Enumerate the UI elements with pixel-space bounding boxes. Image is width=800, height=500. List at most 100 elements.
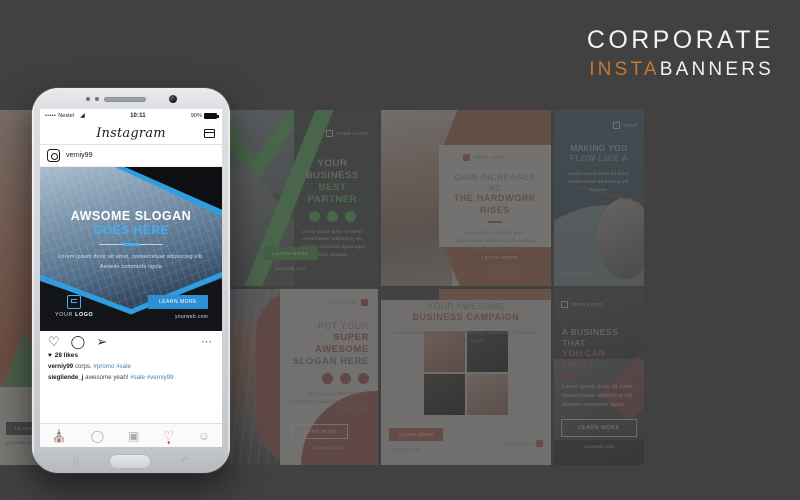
banner-headline-3: SLOGAN HERE: [292, 356, 369, 367]
post-headline-2: GOES HERE: [93, 223, 169, 238]
banner-cta-button[interactable]: LEARN MORE: [561, 419, 637, 437]
phone-mockup: ••••• Nextel ◢ 10:11 90% Instagram verni…: [32, 88, 230, 473]
instagram-logo[interactable]: Instagram: [96, 126, 166, 141]
banner-hardwork-terracotta[interactable]: YOUR LOGO GAIN INCREASES AS THE HARDWORK…: [381, 110, 551, 286]
banner-text-block: YOUR AWESOME BUSINESS CAMPAIGN Lorem ips…: [381, 301, 551, 344]
banner-cta-button[interactable]: LEARN MORE: [389, 428, 444, 441]
earpiece-speaker: [103, 96, 146, 102]
banner-cta-button[interactable]: LEARN MORE: [472, 251, 527, 264]
comment-row: siegliende_j awesome yeah! #sale #verniy…: [48, 374, 214, 382]
comment-text: corps.: [73, 362, 94, 370]
banner-logo: YOUR LOGO: [501, 440, 543, 447]
battery-icon: [204, 112, 219, 119]
front-camera-icon: [168, 95, 177, 103]
banner-headline-1: YOUR BUSINESS: [306, 158, 359, 181]
camera-icon[interactable]: ▣: [128, 430, 139, 442]
likes-count: 28 likes: [54, 352, 78, 359]
facebook-icon[interactable]: [309, 210, 320, 222]
comment-username[interactable]: verniy99: [48, 363, 73, 370]
post-image[interactable]: AWSOME SLOGAN GOES HERE Lorem ipsum dolo…: [40, 167, 222, 331]
phone-screen: ••••• Nextel ◢ 10:11 90% Instagram verni…: [40, 109, 222, 447]
banner-website: yourweb.com: [562, 271, 593, 276]
phone-bottom-hardware: ▯ ↶: [32, 454, 230, 469]
clock-label: 10:11: [130, 112, 146, 119]
banner-body: Lorem ipsum dolor sit amet, consectetuer…: [393, 329, 539, 343]
home-icon[interactable]: ⛪: [52, 430, 67, 442]
back-button[interactable]: ↶: [181, 456, 189, 467]
banner-cta-button[interactable]: LEARN MORE: [263, 247, 318, 260]
home-button[interactable]: [108, 454, 151, 469]
post-actions: ♡ ◯ ➢ ⋯: [40, 331, 222, 352]
banner-social-icons[interactable]: [295, 210, 370, 222]
instagram-icon[interactable]: [358, 372, 369, 384]
sensor-dot-icon: [94, 97, 99, 101]
banner-column-3: YOUR LOGO GAIN INCREASES AS THE HARDWORK…: [381, 110, 551, 465]
banner-cta-button[interactable]: LEARN MORE: [291, 424, 348, 439]
square-logo-icon: [361, 299, 368, 306]
post-body-text: Lorem ipsum dolor sit amet, consectetuer…: [58, 253, 204, 270]
banner-headline-2: BEST PARTNER: [307, 181, 358, 205]
instagram-icon[interactable]: [345, 210, 356, 222]
post-username[interactable]: verniy99: [66, 152, 92, 159]
banner-art: [554, 110, 644, 286]
post-cta-button[interactable]: LEARN MORE: [147, 295, 208, 309]
square-logo-icon: [561, 301, 568, 308]
banner-headline-2: SUPER AWESOME: [315, 332, 369, 356]
person-icon[interactable]: ☺: [198, 430, 210, 442]
banner-body: Lorem ipsum dolor sit amet, consectetuer…: [288, 390, 369, 412]
post-logo: YOUR LOGO: [55, 295, 93, 318]
avatar[interactable]: [47, 149, 60, 162]
brand-line-instabanners: INSTABANNERS: [587, 60, 774, 79]
banner-website: yourweb.com: [389, 447, 420, 452]
screenshot-canvas: LEARN MORE yourweb.com YOUR LOGO GAIN IN…: [0, 0, 800, 500]
notification-badge: [167, 440, 170, 444]
square-logo-icon: [463, 154, 471, 161]
banner-text-block: PUT YOUR SUPER AWESOME SLOGAN HERE Lorem…: [277, 321, 379, 413]
brand-title: CORPORATE INSTABANNERS: [587, 28, 774, 80]
banner-website: yourweb.com: [313, 445, 344, 450]
search-icon[interactable]: ◯: [91, 430, 104, 442]
comment-username[interactable]: siegliende_j: [48, 374, 83, 381]
post-text-block: AWSOME SLOGAN GOES HERE Lorem ipsum dolo…: [40, 209, 222, 272]
banner-headline-2: BUSINESS CAMPAIGN: [412, 311, 520, 322]
banner-website: yourweb.com: [583, 444, 615, 449]
banner-headline-2: YOU CAN TRUST: [562, 348, 606, 369]
share-arrow-icon[interactable]: ➢: [96, 335, 107, 348]
banner-website: yourweb.com: [275, 266, 306, 271]
post-logo-logo: LOGO: [75, 312, 94, 318]
direct-message-icon[interactable]: [204, 128, 215, 138]
banner-body: Lorem ipsum dolor sit amet, consectetuer…: [454, 229, 536, 251]
more-options-icon[interactable]: ⋯: [201, 335, 213, 348]
battery-percent-label: 90%: [190, 112, 202, 119]
banner-text-block: YOUR BUSINESS BEST PARTNER Lorem ipsum d…: [287, 158, 378, 259]
comment-bubble-icon[interactable]: ◯: [71, 335, 86, 348]
carrier-label: Nextel: [58, 112, 75, 119]
banner-logo: YOUR: [612, 122, 638, 129]
twitter-icon[interactable]: [327, 210, 338, 222]
heart-icon[interactable]: ♡: [163, 430, 174, 444]
banner-social-icons[interactable]: [285, 372, 369, 384]
comment-tags[interactable]: #promo #sale: [93, 363, 131, 370]
comment-tags[interactable]: #sale #verniy99: [130, 374, 173, 381]
banner-body: Lorem ipsum dolor sit amet, consectetuer…: [567, 171, 631, 192]
twitter-icon[interactable]: [340, 372, 351, 384]
banner-trust[interactable]: YOUR LOGO A BUSINESS THAT YOU CAN TRUST …: [554, 289, 644, 465]
facebook-icon[interactable]: [322, 372, 333, 384]
banner-flow-teal[interactable]: YOUR MAKING YOU FLOW LIKE A Lorem ipsum …: [554, 110, 644, 286]
banner-headline-1: GAIN INCREASES AS: [454, 172, 536, 193]
status-bar: ••••• Nextel ◢ 10:11 90%: [40, 109, 222, 122]
banner-column-4: YOUR MAKING YOU FLOW LIKE A Lorem ipsum …: [554, 110, 644, 465]
banner-text-block: A BUSINESS THAT YOU CAN TRUST Lorem ipsu…: [554, 327, 644, 410]
heart-icon[interactable]: ♡: [48, 335, 60, 348]
banner-headline-1: PUT YOUR: [318, 321, 369, 331]
banner-business-campaign[interactable]: YOUR AWESOME BUSINESS CAMPAIGN Lorem ips…: [381, 289, 551, 465]
phone-top-hardware: [32, 95, 230, 103]
banner-website: yourweb.com: [490, 269, 521, 274]
post-logo-label: YOUR LOGO: [55, 312, 93, 318]
comment-text: awesome yeah!: [83, 374, 131, 382]
banner-headline-1: A BUSINESS THAT: [562, 327, 619, 348]
recents-button[interactable]: ▯: [73, 456, 79, 467]
post-logo-your: YOUR: [55, 312, 76, 318]
banner-headline-2: FLOW LIKE A: [569, 154, 629, 163]
post-header: verniy99: [40, 145, 222, 167]
